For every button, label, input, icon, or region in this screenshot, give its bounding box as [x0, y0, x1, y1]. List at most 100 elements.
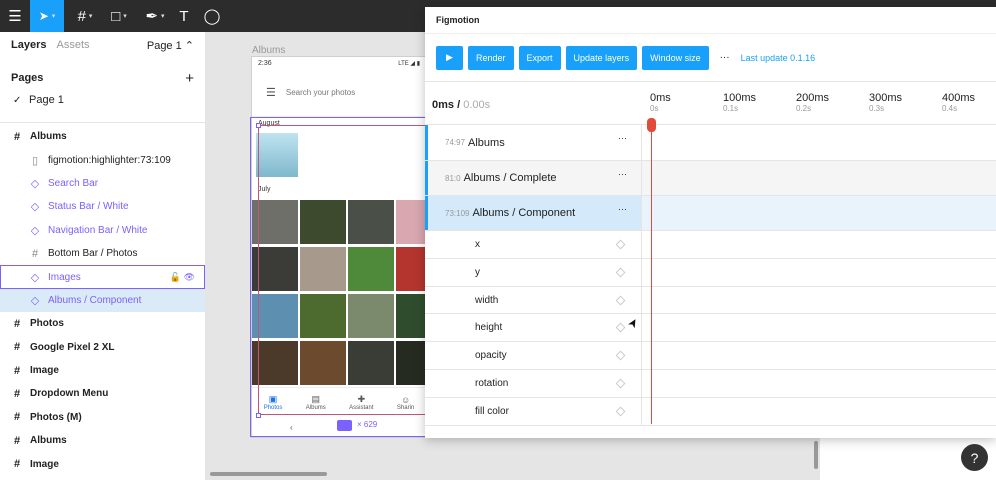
property-label: height — [425, 314, 642, 341]
tab-assets[interactable]: Assets — [56, 39, 89, 51]
play-icon: ▶ — [446, 52, 453, 62]
layer-label: Albums / Component — [48, 294, 142, 306]
vertical-scrollbar[interactable] — [814, 441, 818, 469]
comment-tool-button[interactable]: ◯ — [200, 0, 224, 32]
timeline-tick: 100ms 0.1s — [723, 92, 756, 113]
layer-item[interactable]: # Bottom Bar / Photos — [0, 242, 205, 265]
keyframe-diamond-icon[interactable] — [615, 378, 626, 389]
layer-label: Photos (M) — [30, 411, 82, 423]
property-row[interactable]: x — [425, 231, 996, 259]
photos-icon: ▣ — [268, 394, 278, 404]
plugin-title[interactable]: Figmotion — [425, 7, 996, 34]
shape-tool-button[interactable]: □ ▾ — [104, 0, 134, 32]
resize-handle[interactable] — [256, 413, 261, 418]
nav-photos[interactable]: ▣ Photos — [264, 394, 283, 411]
layer-item[interactable]: ◇ Albums / Component — [0, 288, 205, 313]
layer-item[interactable]: # Albums — [0, 125, 205, 148]
layer-item[interactable]: # Image — [0, 359, 205, 382]
layer-item[interactable]: ▯ figmotion:highlighter:73:109 — [0, 148, 205, 171]
current-time-value: 0ms / — [432, 99, 461, 111]
layer-item[interactable]: # Google Pixel 2 XL — [0, 336, 205, 359]
timeline-layer-row[interactable]: 81:0 Albums / Complete ··· — [425, 161, 996, 196]
layer-name: Albums / Component — [472, 207, 576, 219]
nav-albums[interactable]: ▤ Albums — [306, 394, 326, 411]
page-item[interactable]: ✓ Page 1 — [0, 88, 205, 112]
timeline-playhead[interactable] — [651, 121, 652, 424]
layer-item[interactable]: ◇ Images 🔓 👁 — [0, 265, 205, 289]
nav-sharing[interactable]: ☺ Sharin — [397, 395, 414, 411]
move-tool-button[interactable]: ➤ ▾ — [30, 0, 64, 32]
export-button[interactable]: Export — [518, 45, 561, 70]
keyframe-diamond-icon[interactable] — [615, 350, 626, 361]
property-row[interactable]: rotation — [425, 370, 996, 398]
tab-layers[interactable]: Layers — [11, 39, 46, 51]
photo-thumb — [348, 341, 394, 385]
tick-s: 0.2s — [796, 104, 812, 113]
menu-icon[interactable]: ☰ — [0, 0, 30, 32]
playhead-handle[interactable] — [647, 118, 656, 132]
play-button[interactable]: ▶ — [436, 45, 463, 70]
update-layers-button[interactable]: Update layers — [565, 45, 638, 70]
text-tool-button[interactable]: T — [172, 0, 196, 32]
photo-thumb — [348, 294, 394, 338]
tick-s: 0.4s — [942, 104, 958, 113]
phone-frame[interactable]: 2:36 LTE ◢ ▮ ☰ Search your photos August… — [251, 56, 427, 438]
layer-item[interactable]: # Photos (M) — [0, 406, 205, 429]
more-icon[interactable]: ··· — [618, 133, 627, 143]
page-selector[interactable]: Page 1 ⌃ — [147, 39, 194, 52]
photo-thumb — [300, 341, 346, 385]
shape-icon: □ — [111, 7, 121, 25]
layer-id: 74:97 — [445, 138, 466, 147]
property-row[interactable]: opacity — [425, 342, 996, 370]
layer-item[interactable]: # Image — [0, 452, 205, 475]
nav-assistant[interactable]: ✚ Assistant — [349, 394, 373, 411]
add-page-icon[interactable]: + — [185, 70, 194, 87]
horizontal-scrollbar[interactable] — [210, 472, 327, 476]
property-name: opacity — [475, 350, 507, 361]
frame-icon: # — [13, 434, 21, 447]
lock-visibility-icon[interactable]: 🔓 👁 — [170, 272, 195, 283]
window-size-button[interactable]: Window size — [642, 45, 709, 70]
frame-label[interactable]: Albums — [252, 45, 285, 56]
keyframe-diamond-icon[interactable] — [615, 239, 626, 250]
back-icon[interactable]: ‹ — [290, 423, 293, 432]
more-icon[interactable]: ··· — [717, 52, 733, 63]
status-time: 2:36 — [258, 59, 272, 67]
component-icon: ◇ — [30, 294, 40, 307]
property-row[interactable]: y — [425, 259, 996, 287]
photo-thumb — [348, 247, 394, 291]
resize-handle[interactable] — [256, 123, 261, 128]
keyframe-diamond-icon[interactable] — [615, 295, 626, 305]
layer-item[interactable]: # Photos — [0, 312, 205, 335]
layer-item[interactable]: ◇ Navigation Bar / White — [0, 219, 205, 242]
property-row[interactable]: fill color — [425, 398, 996, 426]
timeline-layer-row[interactable]: 74:97 Albums ··· — [425, 125, 996, 161]
figmotion-plugin-window: Figmotion ▶ Render Export Update layers … — [425, 7, 996, 438]
keyframe-diamond-icon[interactable] — [615, 267, 626, 278]
more-icon[interactable]: ··· — [618, 204, 627, 214]
property-label: opacity — [425, 342, 642, 369]
tick-ms: 0ms — [650, 92, 671, 104]
property-row[interactable]: width — [425, 287, 996, 314]
layer-item[interactable]: ◇ Status Bar / White — [0, 195, 205, 218]
search-bar[interactable]: ☰ Search your photos — [252, 69, 426, 117]
render-button[interactable]: Render — [468, 45, 514, 70]
frame-icon: # — [13, 387, 21, 400]
layer-item[interactable]: ◇ Search Bar — [0, 172, 205, 195]
property-row[interactable]: height — [425, 314, 996, 342]
property-label: rotation — [425, 370, 642, 397]
frame-tool-button[interactable]: # ▾ — [70, 0, 100, 32]
layer-label: Albums — [30, 131, 67, 143]
layer-item[interactable]: # Albums — [0, 429, 205, 452]
layer-item[interactable]: # Dropdown Menu — [0, 382, 205, 405]
more-icon[interactable]: ··· — [618, 169, 627, 179]
timeline-layer-row[interactable]: 73:109 Albums / Component ··· — [425, 196, 996, 231]
chevron-down-icon: ▾ — [88, 13, 93, 20]
layer-label: Images — [48, 271, 81, 283]
pen-tool-button[interactable]: ✒ ▾ — [140, 0, 170, 32]
keyframe-diamond-icon[interactable] — [615, 406, 626, 417]
timeline-tick: 200ms 0.2s — [796, 92, 829, 113]
last-update-link[interactable]: Last update 0.1.16 — [741, 53, 816, 63]
help-button[interactable]: ? — [961, 444, 988, 471]
component-icon: ◇ — [30, 271, 40, 284]
